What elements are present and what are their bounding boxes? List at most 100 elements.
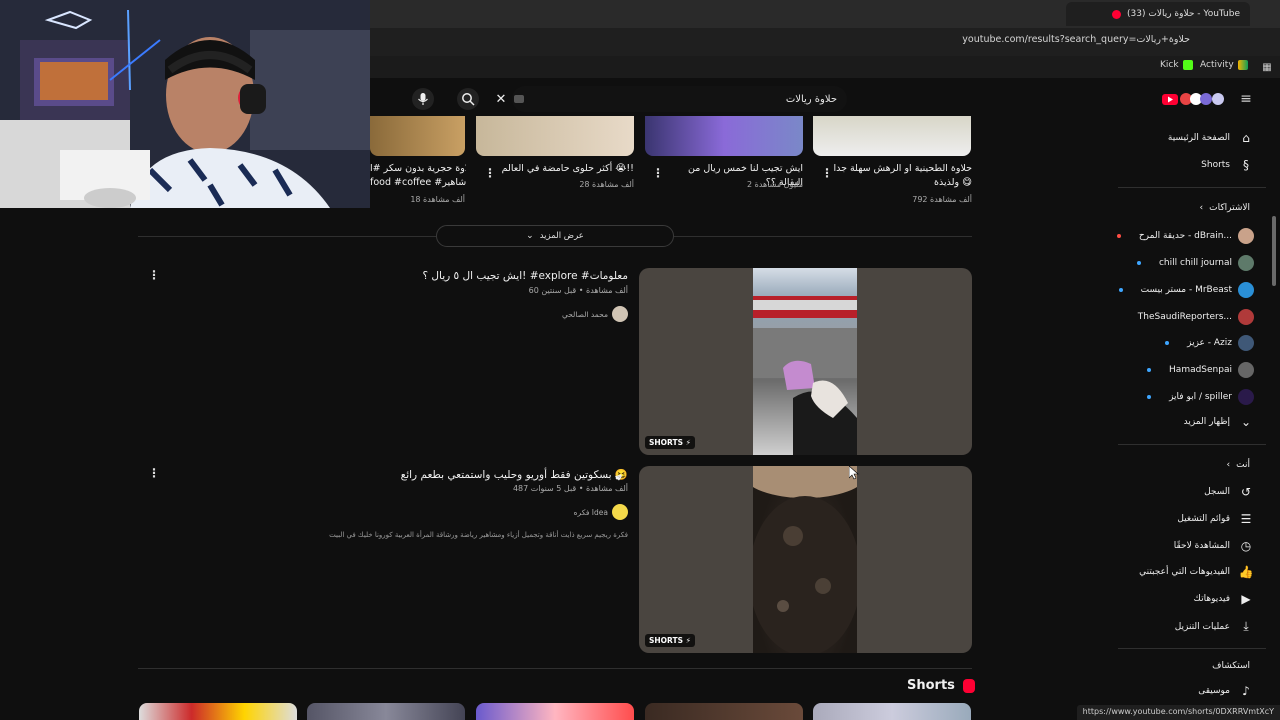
- bookmark-kick[interactable]: Kick: [1160, 60, 1193, 70]
- channel-link[interactable]: محمد الصالحي: [562, 306, 628, 322]
- sidebar-item-subscription[interactable]: حديقة المرح - dBrain...: [1116, 228, 1254, 244]
- video-description: فكرة ريجيم سريع ذايت أناقة وتجميل أزياء …: [329, 531, 628, 539]
- channel-avatar: [1238, 255, 1254, 271]
- clear-search-icon[interactable]: ✕: [494, 90, 508, 108]
- new-content-indicator: [1147, 395, 1152, 399]
- subscription-name: HamadSenpai: [1169, 365, 1232, 375]
- new-content-indicator: [1118, 288, 1123, 292]
- short-thumbnail[interactable]: [813, 703, 971, 720]
- sidebar-item-label: الصفحة الرئيسية: [1167, 133, 1230, 143]
- voice-search-button[interactable]: [412, 88, 434, 110]
- short-thumbnail[interactable]: [645, 703, 803, 720]
- sidebar-item-subscription[interactable]: ابو فايز / spiller: [1147, 389, 1254, 405]
- sidebar-item-label: السجل: [1204, 487, 1230, 497]
- sidebar-item-your-videos[interactable]: فيديوهاتك ▶: [1194, 592, 1254, 606]
- short-thumbnail[interactable]: [307, 703, 465, 720]
- sidebar-scrollbar[interactable]: [1272, 216, 1276, 286]
- more-actions-icon[interactable]: ⋮: [484, 166, 496, 180]
- video-thumbnail[interactable]: [370, 116, 465, 156]
- channel-avatar: [612, 504, 628, 520]
- audio-indicator-icon: [1112, 9, 1122, 19]
- microphone-icon: [418, 93, 428, 105]
- video-title[interactable]: أكثر حلوى حامضة في العالم 😭!!: [494, 162, 634, 176]
- show-more-subscriptions[interactable]: إظهار المزيد ⌄: [1184, 415, 1254, 429]
- video-thumbnail[interactable]: [476, 116, 634, 156]
- more-actions-icon[interactable]: ⋮: [652, 166, 664, 180]
- menu-icon[interactable]: ≡: [1238, 90, 1254, 108]
- channel-link[interactable]: فكره Idea: [574, 504, 628, 520]
- subscriptions-header[interactable]: ‹ الاشتراكات: [1200, 203, 1250, 213]
- divider: [674, 236, 972, 237]
- subscriptions-title: الاشتراكات: [1209, 203, 1250, 213]
- show-more-label: عرض المزيد: [539, 231, 584, 241]
- sidebar-item-home[interactable]: الصفحة الرئيسية ⌂: [1168, 131, 1254, 145]
- you-header[interactable]: ‹ أنت: [1227, 460, 1250, 470]
- bookmark-activity[interactable]: Activity: [1200, 60, 1248, 70]
- more-actions-icon[interactable]: ⋮: [821, 166, 833, 180]
- channel-avatar: [1238, 228, 1254, 244]
- video-meta: 28 ألف مشاهدة: [579, 180, 634, 189]
- sidebar-item-label: الفيديوهات التي أعجبتني: [1139, 567, 1230, 577]
- new-content-indicator: [1165, 341, 1170, 345]
- download-icon: ⤓: [1243, 619, 1249, 633]
- video-title[interactable]: بسكوتين فقط أوريو وحليب واستمتعي بطعم را…: [401, 468, 628, 481]
- more-actions-icon[interactable]: ⋮: [148, 268, 160, 282]
- shorts-badge: SHORTS ⚡: [645, 634, 695, 647]
- sidebar-item-subscription[interactable]: عزيز - Aziz: [1165, 335, 1254, 351]
- video-thumbnail[interactable]: [645, 116, 803, 156]
- sidebar-item-label: قوائم التشغيل: [1177, 514, 1230, 524]
- video-thumbnail[interactable]: SHORTS ⚡: [639, 268, 972, 455]
- short-thumbnail[interactable]: [139, 703, 297, 720]
- sidebar-item-history[interactable]: السجل ↺: [1204, 485, 1254, 499]
- mouse-cursor: [848, 465, 859, 484]
- activity-icon: [1237, 60, 1248, 70]
- video-meta: 18 ألف مشاهدة: [410, 195, 465, 204]
- sidebar-item-subscription[interactable]: TheSaudiReporters...: [1138, 309, 1254, 325]
- apps-icon[interactable]: ▦: [1260, 60, 1274, 74]
- video-title[interactable]: حلاوة الطحينية او الرهش سهلة جدا ولذيذة …: [832, 162, 972, 190]
- sidebar-item-subscription[interactable]: مستر بيست - MrBeast: [1118, 282, 1254, 298]
- sidebar-item-label: فيديوهاتك: [1193, 594, 1230, 604]
- sidebar-item-downloads[interactable]: عمليات التنزيل ⤓: [1175, 619, 1254, 634]
- youtube-logo[interactable]: [1162, 91, 1228, 107]
- url-field[interactable]: youtube.com/results?search_query=حلاوة+ر…: [962, 34, 1190, 45]
- channel-avatar: [1238, 309, 1254, 325]
- webcam-feed-image: [0, 0, 370, 208]
- tab-title: (33) حلاوة ريالات - YouTube: [1127, 9, 1240, 19]
- sidebar-item-music[interactable]: موسيقى ♪: [1198, 684, 1254, 698]
- title-line: food #coffee #شاهير: [370, 177, 466, 188]
- subscription-name: ابو فايز / spiller: [1169, 392, 1232, 402]
- title-line: ولذيذة 😋: [933, 177, 972, 188]
- show-more-button[interactable]: ⌄ عرض المزيد: [436, 225, 674, 247]
- shorts-icon: §: [1243, 158, 1249, 172]
- video-title[interactable]: حلاوة حجرية بدون سكر #ا food #coffee #شا…: [370, 162, 466, 190]
- video-thumbnail[interactable]: [813, 116, 971, 156]
- clock-icon: ◷: [1240, 539, 1252, 553]
- sidebar-item-shorts[interactable]: Shorts §: [1201, 158, 1254, 172]
- cursor-icon: [848, 465, 859, 480]
- divider: [138, 236, 436, 237]
- shorts-badge: SHORTS ⚡: [645, 436, 695, 449]
- video-meta: 60 ألف مشاهدة • قبل سنتين: [528, 286, 628, 295]
- search-query: حلاوة ريالات: [785, 93, 837, 105]
- sidebar-item-playlists[interactable]: قوائم التشغيل ☰: [1177, 512, 1254, 526]
- more-actions-icon[interactable]: ⋮: [148, 466, 160, 480]
- video-title[interactable]: ايش تجيب ال ٥ ريال ؟! #explore #معلومات: [422, 270, 628, 282]
- video-meta: 792 ألف مشاهدة: [912, 195, 972, 204]
- video-thumbnail[interactable]: SHORTS ⚡: [639, 466, 972, 653]
- keyboard-icon[interactable]: [514, 95, 524, 103]
- shorts-shelf-header: Shorts: [907, 678, 975, 693]
- youtube-logo-icon: [1162, 93, 1224, 105]
- sidebar-item-watch-later[interactable]: المشاهدة لاحقًا ◷: [1174, 539, 1254, 553]
- search-input[interactable]: حلاوة ريالات: [512, 86, 847, 112]
- search-button[interactable]: [457, 88, 479, 110]
- sidebar-item-subscription[interactable]: HamadSenpai: [1147, 362, 1254, 378]
- short-thumbnail[interactable]: [476, 703, 634, 720]
- chevron-down-icon: ⌄: [526, 231, 534, 241]
- browser-tab[interactable]: (33) حلاوة ريالات - YouTube: [1066, 2, 1250, 26]
- sidebar-item-label: Shorts: [1201, 160, 1230, 170]
- channel-name: فكره Idea: [573, 507, 608, 517]
- sidebar-item-subscription[interactable]: chill chill journal: [1136, 255, 1254, 271]
- bookmark-label: Kick: [1160, 60, 1179, 70]
- sidebar-item-liked-videos[interactable]: الفيديوهات التي أعجبتني 👍: [1139, 565, 1254, 579]
